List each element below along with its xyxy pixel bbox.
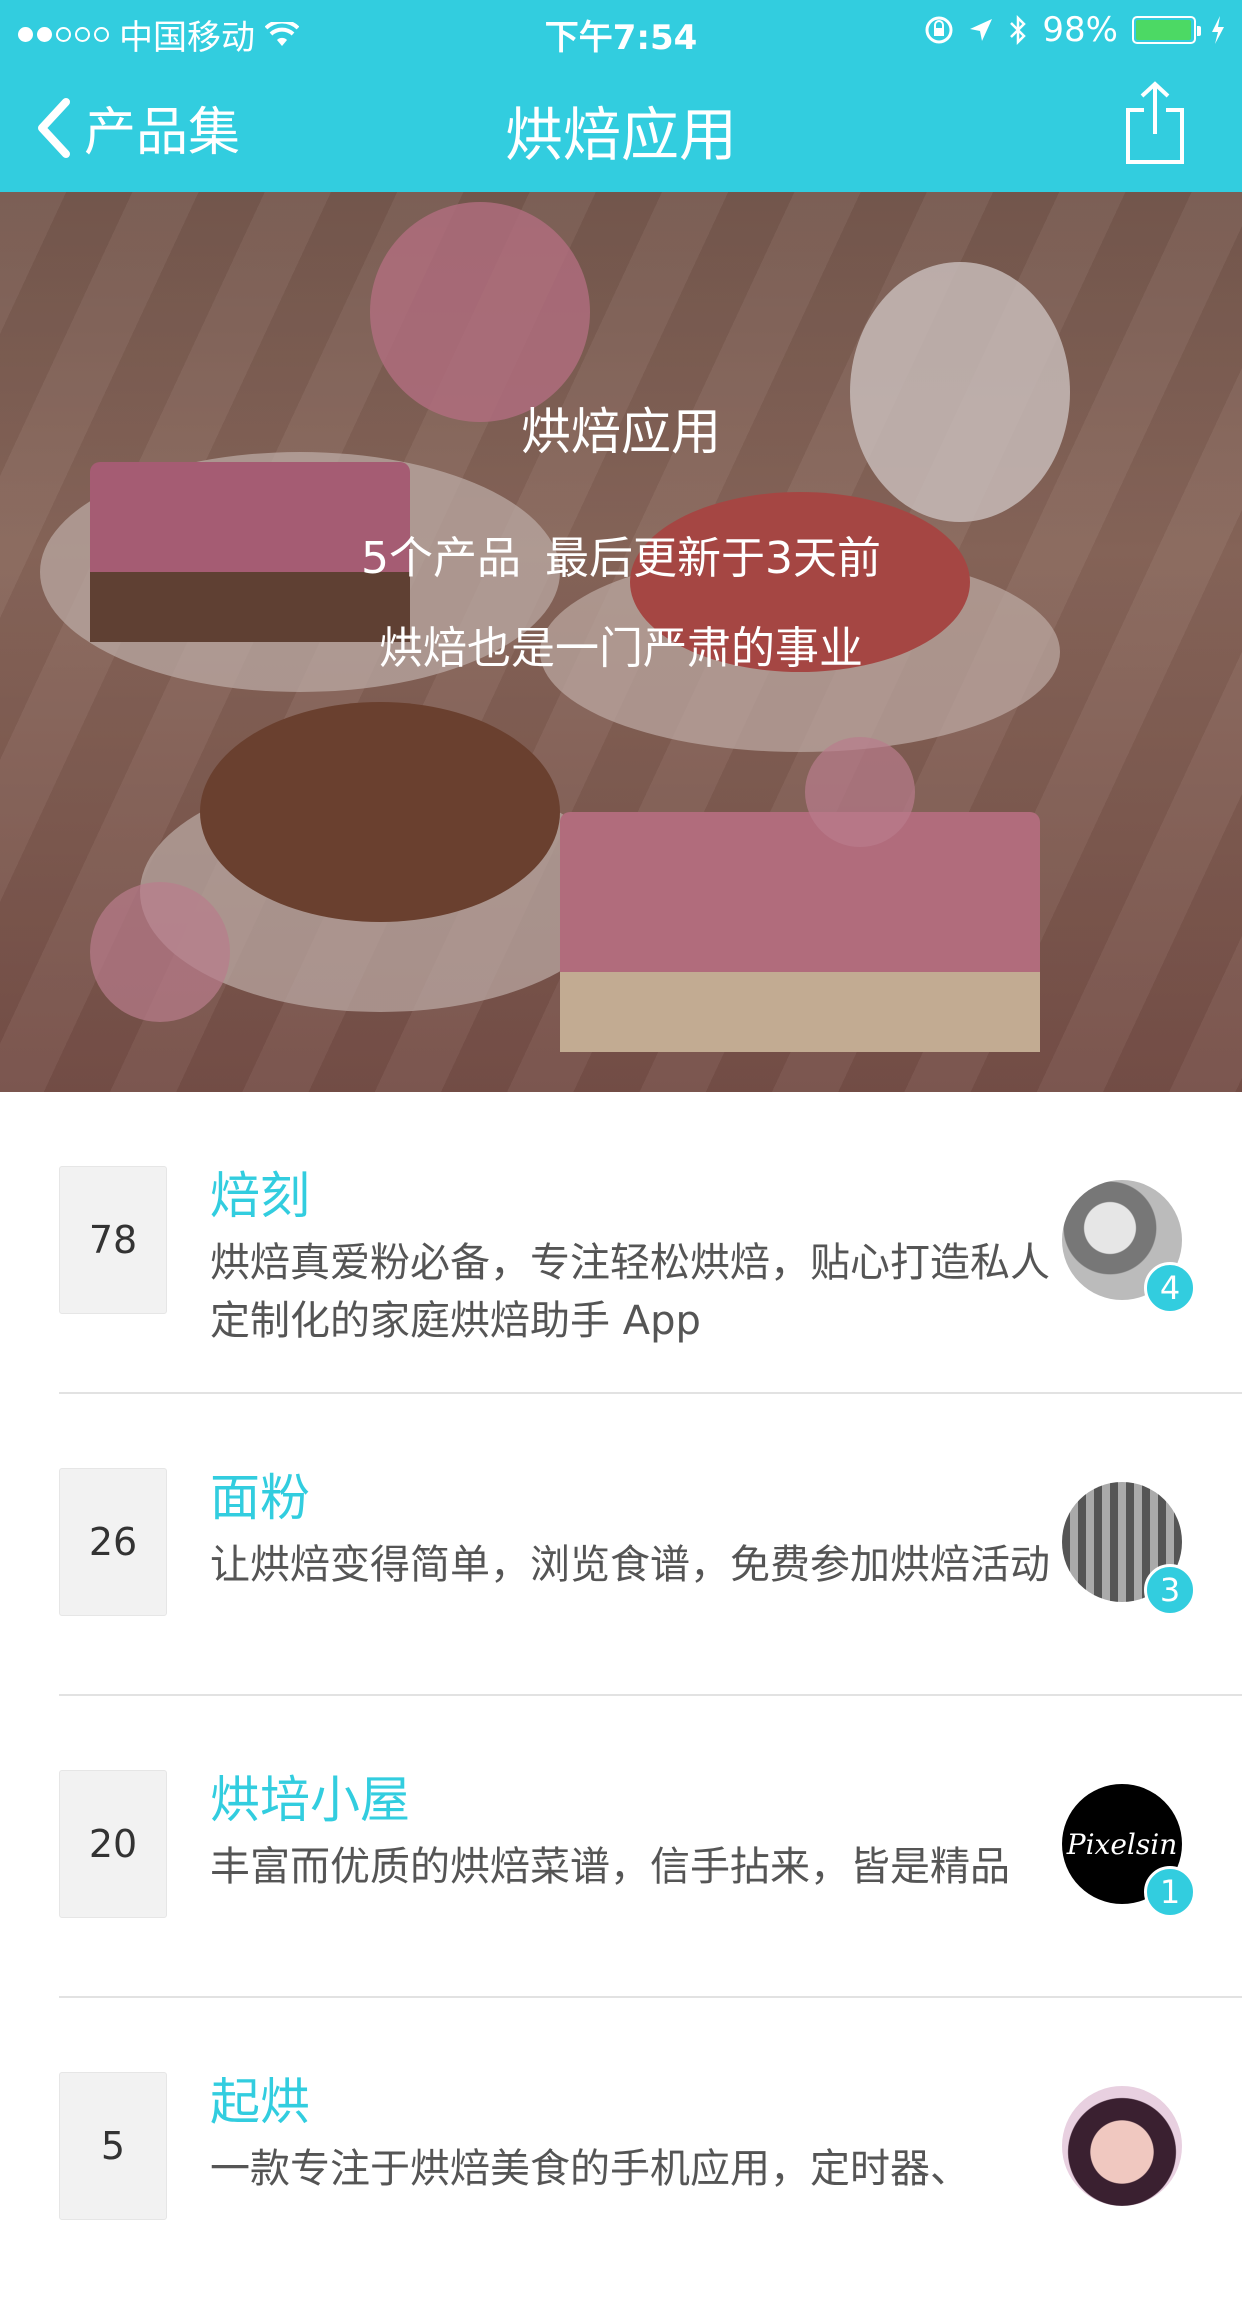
product-info: 焙刻 烘焙真爱粉必备，专注轻松烘焙，贴心打造私人定制化的家庭烘焙助手 App: [210, 1164, 1070, 1350]
product-description: 一款专注于烘焙美食的手机应用，定时器、: [210, 2146, 970, 2192]
hunter-avatar[interactable]: 4: [1062, 1180, 1196, 1314]
collection-hero: 烘焙应用 5个产品 最后更新于3天前 烘焙也是一门严肃的事业: [0, 192, 1242, 1092]
comment-count-badge: 1: [1144, 1866, 1196, 1918]
vote-count-button[interactable]: 78: [59, 1166, 167, 1314]
product-row[interactable]: 5 起烘 一款专注于烘焙美食的手机应用，定时器、: [59, 1998, 1242, 2298]
product-name[interactable]: 起烘: [210, 2070, 1070, 2134]
collection-meta: 5个产品 最后更新于3天前: [0, 522, 1242, 586]
product-row[interactable]: 26 面粉 让烘焙变得简单，浏览食谱，免费参加烘焙活动 3: [59, 1394, 1242, 1696]
collection-title: 烘焙应用: [521, 403, 721, 461]
avatar: [1062, 2086, 1182, 2206]
battery-icon: [1132, 16, 1201, 44]
product-row[interactable]: 20 烘培小屋 丰富而优质的烘焙菜谱，信手拈来，皆是精品 Pixelsin 1: [59, 1696, 1242, 1998]
hunter-avatar[interactable]: Pixelsin 1: [1062, 1784, 1196, 1918]
status-bar-right: 98%: [924, 10, 1226, 50]
battery-percent: 98%: [1042, 10, 1118, 50]
product-list: 78 焙刻 烘焙真爱粉必备，专注轻松烘焙，贴心打造私人定制化的家庭烘焙助手 Ap…: [0, 1092, 1242, 2298]
product-name[interactable]: 烘培小屋: [210, 1768, 1070, 1832]
hunter-avatar[interactable]: [1062, 2086, 1182, 2206]
hunter-avatar[interactable]: 3: [1062, 1482, 1196, 1616]
product-count: 5个产品: [361, 533, 521, 584]
bluetooth-icon: [1010, 14, 1027, 46]
product-name[interactable]: 焙刻: [210, 1164, 1070, 1228]
navigation-bar: 产品集 烘焙应用: [0, 62, 1242, 192]
status-bar: 中国移动 下午7:54 98%: [0, 0, 1242, 62]
product-row[interactable]: 78 焙刻 烘焙真爱粉必备，专注轻松烘焙，贴心打造私人定制化的家庭烘焙助手 Ap…: [59, 1092, 1242, 1394]
product-info: 烘培小屋 丰富而优质的烘焙菜谱，信手拈来，皆是精品: [210, 1768, 1070, 1896]
product-description: 烘焙真爱粉必备，专注轻松烘焙，贴心打造私人定制化的家庭烘焙助手 App: [210, 1240, 1050, 1344]
last-updated: 最后更新于3天前: [545, 533, 881, 584]
collection-description: 烘焙也是一门严肃的事业: [379, 623, 863, 674]
product-description: 让烘焙变得简单，浏览食谱，免费参加烘焙活动: [210, 1542, 1050, 1588]
vote-count-button[interactable]: 26: [59, 1468, 167, 1616]
page-title: 烘焙应用: [504, 101, 737, 169]
orientation-lock-icon: [925, 16, 953, 44]
product-name[interactable]: 面粉: [210, 1466, 1070, 1530]
share-button[interactable]: [1124, 80, 1186, 170]
product-info: 面粉 让烘焙变得简单，浏览食谱，免费参加烘焙活动: [210, 1466, 1070, 1594]
product-info: 起烘 一款专注于烘焙美食的手机应用，定时器、: [210, 2070, 1070, 2198]
battery-level: [1136, 20, 1191, 40]
share-icon: [1126, 81, 1184, 164]
vote-count-button[interactable]: 20: [59, 1770, 167, 1918]
vote-count-button[interactable]: 5: [59, 2072, 167, 2220]
comment-count-badge: 4: [1144, 1262, 1196, 1314]
location-arrow-icon: [970, 19, 993, 41]
charging-icon: [1212, 16, 1224, 44]
comment-count-badge: 3: [1144, 1564, 1196, 1616]
product-description: 丰富而优质的烘焙菜谱，信手拈来，皆是精品: [210, 1844, 1010, 1890]
